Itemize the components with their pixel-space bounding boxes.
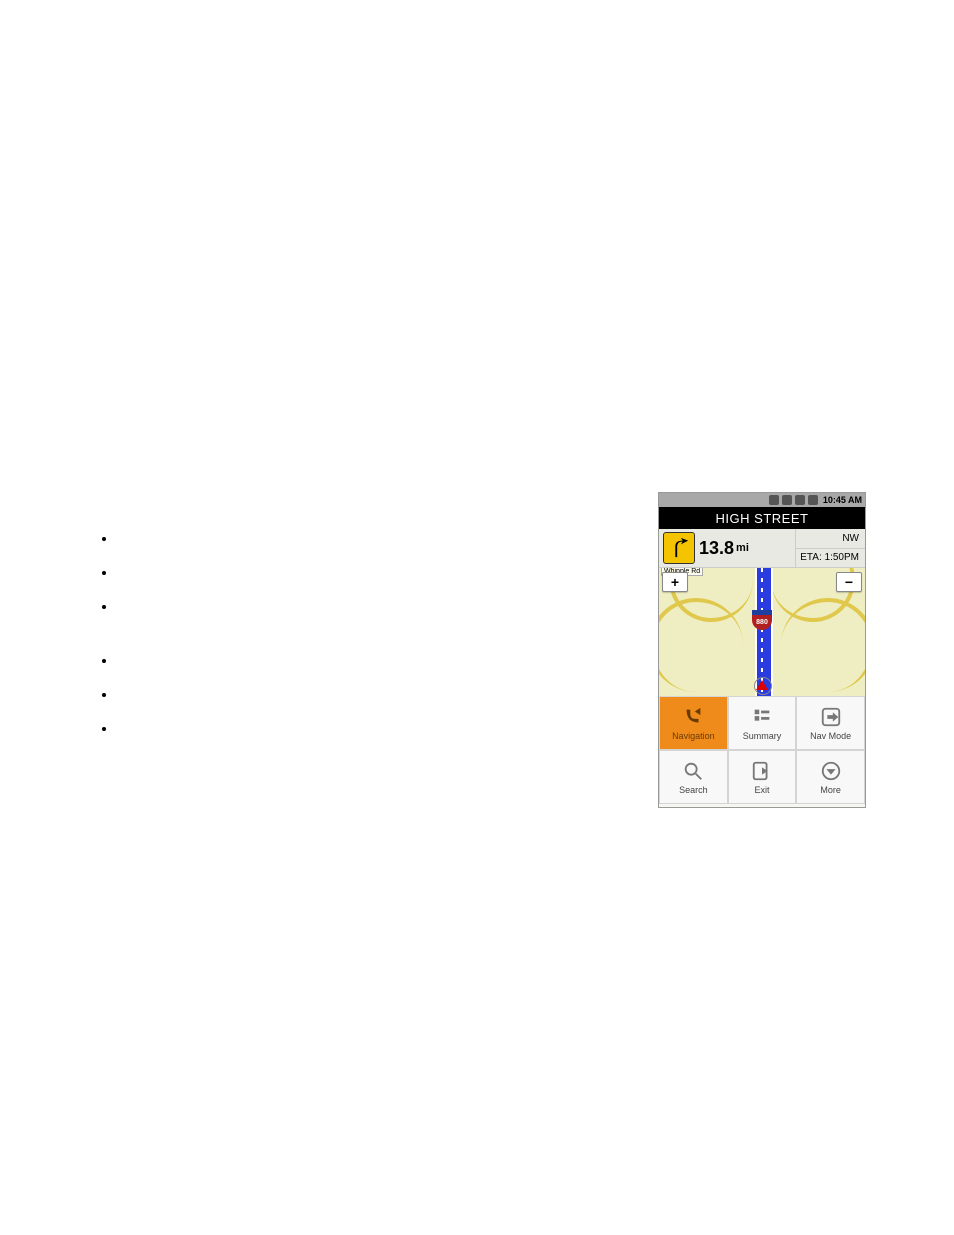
- signal-icon: [795, 495, 805, 505]
- list-icon: [750, 705, 774, 729]
- phone-arrow-icon: [681, 705, 705, 729]
- map-view[interactable]: 880 Whipple Rd + −: [659, 568, 865, 696]
- status-time: 10:45 AM: [823, 495, 862, 505]
- compass-direction: NW: [796, 529, 865, 549]
- menu-item-navigation[interactable]: Navigation: [659, 696, 728, 750]
- bullet-list: [95, 530, 117, 754]
- bluetooth-icon: [769, 495, 779, 505]
- road-ramp: [659, 598, 743, 692]
- road-ramp: [781, 598, 865, 692]
- arrow-box-icon: [819, 705, 843, 729]
- menu-item-label: Nav Mode: [810, 731, 851, 741]
- highway-shield-icon: 880: [752, 610, 772, 630]
- magnifier-icon: [681, 759, 705, 783]
- menu-item-navmode[interactable]: Nav Mode: [796, 696, 865, 750]
- status-bar: 10:45 AM: [659, 493, 865, 507]
- network-3g-icon: [782, 495, 792, 505]
- turn-distance: 13.8: [699, 538, 734, 559]
- current-street-label: HIGH STREET: [716, 511, 809, 526]
- menu-item-more[interactable]: More: [796, 750, 865, 804]
- current-street-bar: HIGH STREET: [659, 507, 865, 529]
- trip-info: NW ETA: 1:50PM: [796, 529, 865, 567]
- next-turn-box[interactable]: 13.8 mi: [659, 529, 796, 567]
- menu-item-search[interactable]: Search: [659, 750, 728, 804]
- menu-item-label: More: [820, 785, 841, 795]
- bottom-menu: Navigation Summary Nav Mode Search Exit: [659, 696, 865, 804]
- current-position-icon: [756, 680, 768, 690]
- help-icon: [808, 495, 818, 505]
- menu-item-label: Search: [679, 785, 708, 795]
- menu-item-exit[interactable]: Exit: [728, 750, 797, 804]
- zoom-out-button[interactable]: −: [836, 572, 862, 592]
- exit-icon: [750, 759, 774, 783]
- menu-item-label: Navigation: [672, 731, 715, 741]
- nav-info-row: 13.8 mi NW ETA: 1:50PM: [659, 529, 865, 568]
- turn-distance-unit: mi: [736, 542, 749, 554]
- menu-item-summary[interactable]: Summary: [728, 696, 797, 750]
- phone-screenshot: 10:45 AM HIGH STREET 13.8 mi NW ETA: 1:5…: [658, 492, 866, 808]
- eta-label: ETA: 1:50PM: [796, 549, 865, 568]
- menu-item-label: Exit: [754, 785, 769, 795]
- menu-item-label: Summary: [743, 731, 782, 741]
- chevron-down-circle-icon: [819, 759, 843, 783]
- zoom-in-button[interactable]: +: [662, 572, 688, 592]
- bear-right-icon: [663, 532, 695, 564]
